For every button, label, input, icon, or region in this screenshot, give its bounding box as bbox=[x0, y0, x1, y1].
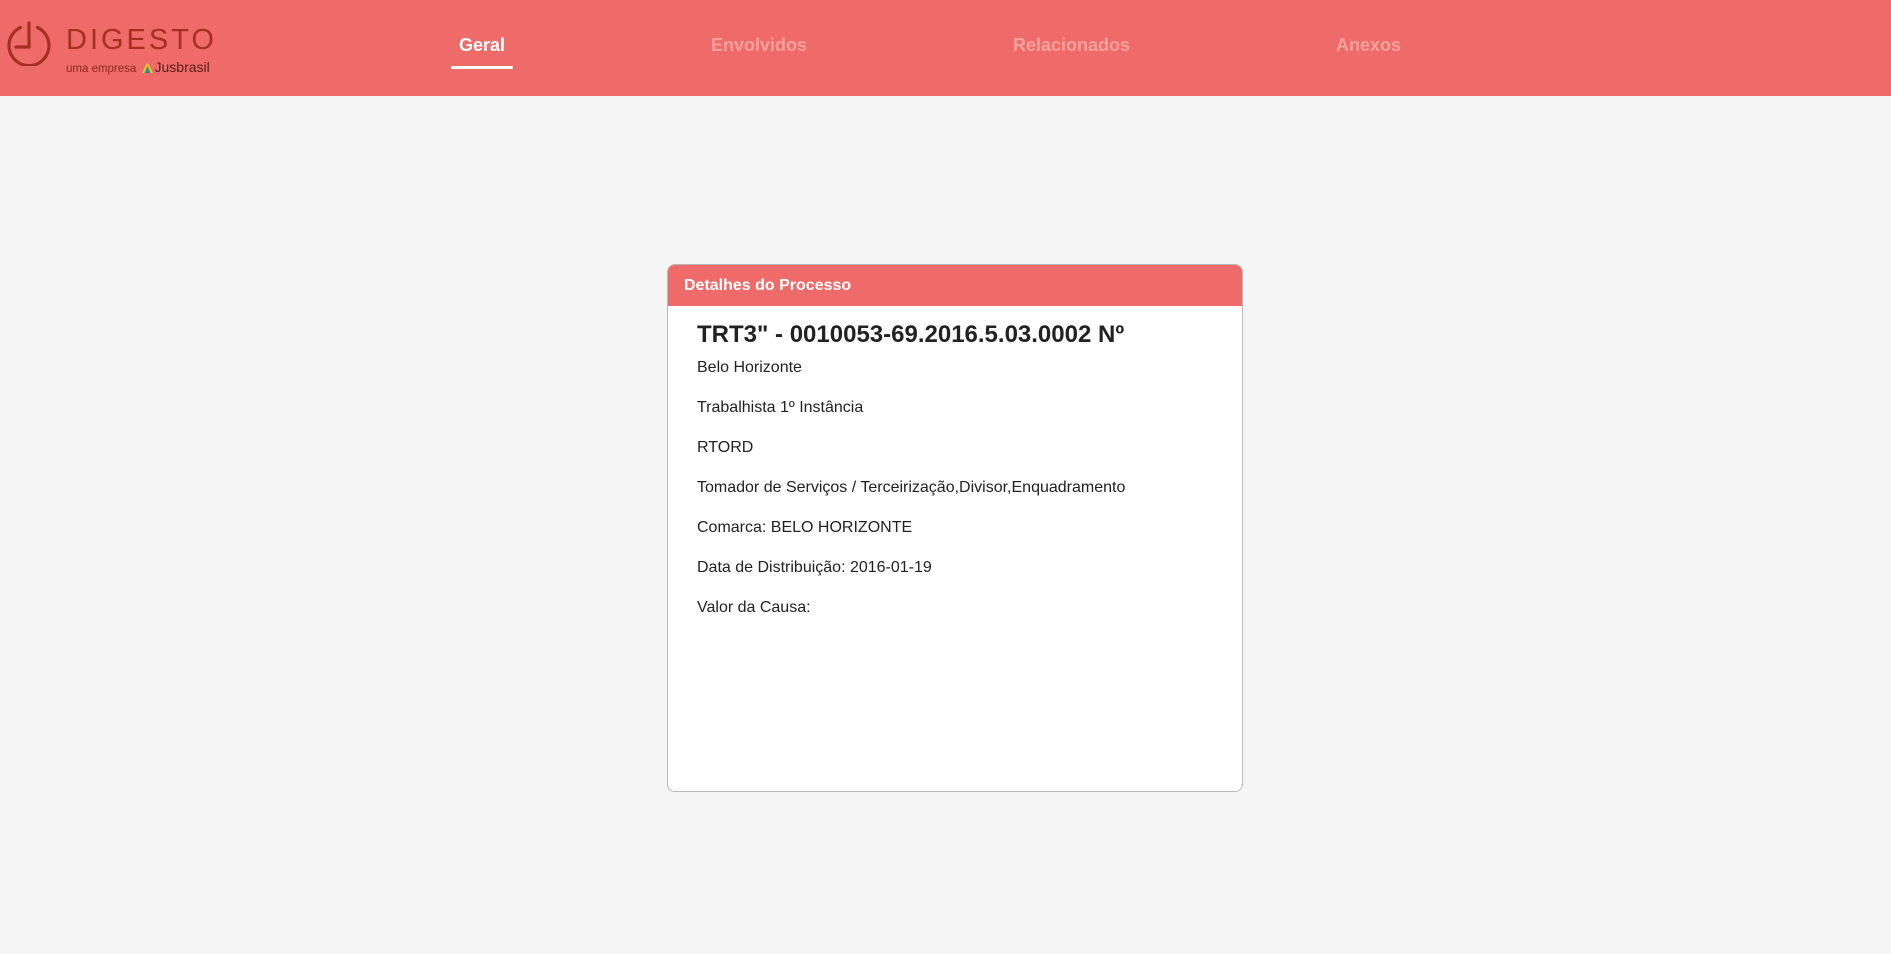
active-tab-indicator bbox=[451, 66, 513, 69]
brand-tagline-partner: Jusbrasil bbox=[154, 59, 210, 75]
detail-city: Belo Horizonte bbox=[697, 359, 802, 376]
brand-tagline: uma empresa Jusbrasil bbox=[66, 60, 210, 76]
detail-comarca: Comarca: BELO HORIZONTE bbox=[697, 519, 913, 536]
brand-tagline-prefix: uma empresa bbox=[66, 63, 137, 75]
card-body: TRT3" - 0010053-69.2016.5.03.0002 Nº Bel… bbox=[668, 306, 1242, 618]
detail-distribution-date: Data de Distribuição: 2016-01-19 bbox=[697, 559, 932, 576]
tab-anexos[interactable]: Anexos bbox=[1336, 34, 1401, 56]
process-details-card: Detalhes do Processo TRT3" - 0010053-69.… bbox=[667, 264, 1243, 792]
tab-envolvidos[interactable]: Envolvidos bbox=[711, 34, 807, 56]
top-navigation-bar: DIGESTO uma empresa Jusbrasil Geral Envo… bbox=[0, 0, 1891, 96]
detail-subjects: Tomador de Serviços / Terceirização,Divi… bbox=[697, 479, 1126, 496]
digesto-logo[interactable]: DIGESTO uma empresa Jusbrasil bbox=[6, 18, 226, 78]
detail-class: RTORD bbox=[697, 439, 754, 456]
brand-name: DIGESTO bbox=[66, 24, 217, 56]
jusbrasil-logo-icon bbox=[141, 62, 153, 73]
detail-case-value: Valor da Causa: bbox=[697, 599, 811, 616]
process-number: TRT3" - 0010053-69.2016.5.03.0002 Nº bbox=[697, 321, 1125, 348]
tab-relacionados[interactable]: Relacionados bbox=[1013, 34, 1130, 56]
digesto-power-icon bbox=[7, 21, 51, 66]
detail-court: Trabalhista 1º Instância bbox=[697, 399, 864, 416]
tab-geral[interactable]: Geral bbox=[459, 34, 505, 56]
card-header: Detalhes do Processo bbox=[668, 265, 1242, 306]
